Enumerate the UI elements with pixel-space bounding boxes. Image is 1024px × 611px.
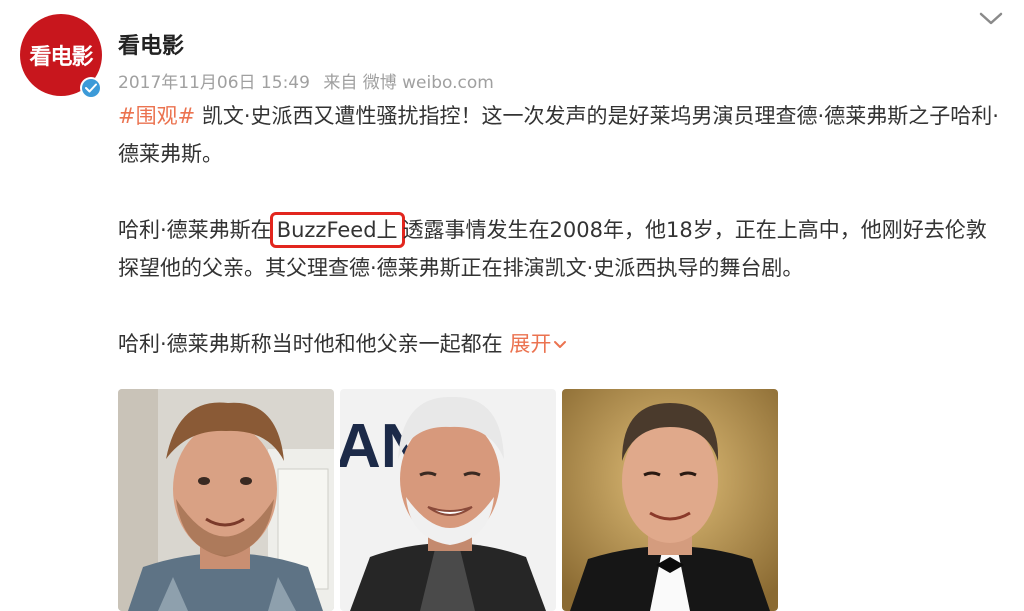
photo-young-man[interactable] (118, 389, 334, 611)
paragraph-2-lead: 哈利·德莱弗斯在 (118, 218, 272, 242)
paragraph-1-text: 凯文·史派西又遭性骚扰指控！这一次发声的是好莱坞男演员理查德·德莱弗斯之子哈利·… (118, 104, 999, 166)
post-paragraph-1: #围观# 凯文·史派西又遭性骚扰指控！这一次发声的是好莱坞男演员理查德·德莱弗斯… (118, 97, 1003, 173)
post-body: #围观# 凯文·史派西又遭性骚扰指控！这一次发声的是好莱坞男演员理查德·德莱弗斯… (118, 97, 1003, 363)
post-paragraph-3: 哈利·德莱弗斯称当时他和他父亲一起都在 展开 (118, 325, 1003, 363)
chevron-down-icon (554, 341, 567, 348)
chevron-down-icon[interactable] (978, 10, 1004, 28)
verified-badge (80, 77, 102, 99)
topic-hashtag-link[interactable]: #围观# (118, 104, 195, 128)
post-paragraph-2: 哈利·德莱弗斯在 BuzzFeed上 透露事情发生在2008年，他18岁，正在上高中… (118, 211, 1003, 287)
post-source[interactable]: 来自 微博 weibo.com (323, 73, 494, 93)
expand-label: 展开 (509, 332, 552, 356)
expand-link[interactable]: 展开 (509, 332, 567, 356)
verified-icon (82, 79, 100, 97)
paragraph-3-text: 哈利·德莱弗斯称当时他和他父亲一起都在 (118, 332, 510, 356)
post-meta: 2017年11月06日 15:49 来自 微博 weibo.com (118, 68, 502, 93)
account-name[interactable]: 看电影 (118, 28, 184, 60)
photo-man-in-tuxedo[interactable] (562, 389, 778, 611)
buzzfeed-highlight-box: BuzzFeed上 (269, 212, 405, 248)
post-timestamp[interactable]: 2017年11月06日 15:49 (118, 73, 310, 93)
avatar-logo-text: 看电影 (29, 45, 93, 70)
weibo-post: 看电影 看电影 2017年11月06日 15:49 来自 微博 weibo.co… (0, 0, 1024, 611)
photo-grid: ANC (118, 389, 780, 611)
photo-older-man[interactable]: ANC (340, 389, 556, 611)
